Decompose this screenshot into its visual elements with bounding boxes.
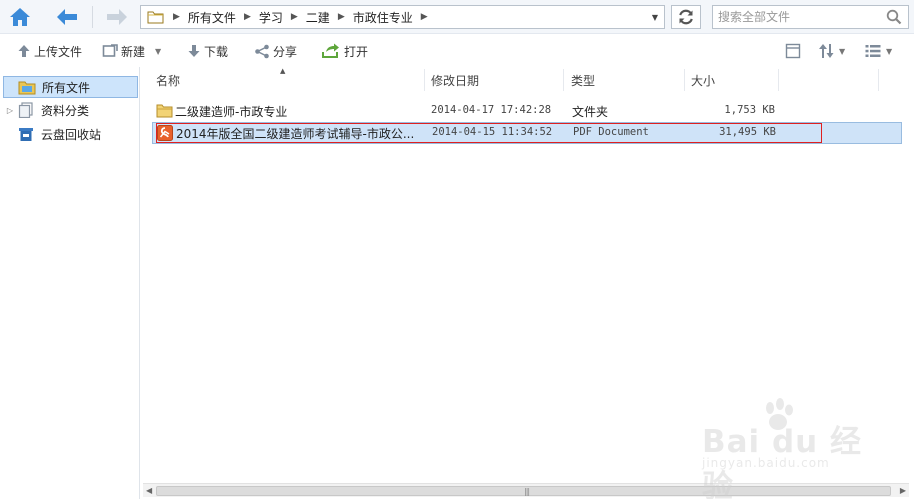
forward-button[interactable]: [102, 4, 132, 30]
home-button[interactable]: [5, 4, 35, 30]
sort-button[interactable]: ▼: [818, 41, 845, 61]
navigation-bar: ▶ 所有文件 ▶ 学习 ▶ 二建 ▶ 市政住专业 ▶ ▼: [0, 0, 914, 34]
breadcrumb-arrow-icon: ▶: [420, 12, 428, 22]
file-modified: 2014-04-17 17:42:28: [431, 104, 552, 116]
sidebar-item-recycle-bin[interactable]: 云盘回收站: [3, 123, 138, 145]
categories-icon: [17, 102, 35, 118]
refresh-icon: [679, 9, 693, 25]
file-size: 1,753 KB: [724, 104, 775, 116]
address-dropdown-icon[interactable]: ▼: [652, 13, 658, 22]
open-icon: [321, 43, 341, 59]
watermark: Bai du 经验 jingyan.baidu.com: [700, 398, 870, 499]
download-button[interactable]: 下载: [187, 41, 228, 61]
file-size: 31,495 KB: [719, 126, 776, 138]
column-header-modified[interactable]: 修改日期: [431, 67, 479, 93]
home-icon: [10, 8, 30, 26]
nav-divider: [92, 6, 93, 28]
breadcrumb-current[interactable]: 市政住专业: [353, 9, 413, 26]
file-type: 文件夹: [572, 105, 609, 119]
pdf-file-icon: [157, 125, 173, 141]
breadcrumb-all-files[interactable]: 所有文件: [188, 9, 236, 26]
sort-dropdown-icon: ▼: [839, 46, 846, 56]
share-button[interactable]: 分享: [254, 41, 297, 61]
watermark-url: jingyan.baidu.com: [702, 456, 830, 470]
address-bar[interactable]: ▶ 所有文件 ▶ 学习 ▶ 二建 ▶ 市政住专业 ▶ ▼: [140, 5, 665, 29]
new-button[interactable]: 新建 ▼: [102, 41, 161, 61]
download-arrow-icon: [187, 44, 201, 58]
sidebar-item-label: 云盘回收站: [41, 127, 102, 142]
folder-icon: [147, 9, 165, 25]
folder-icon: [156, 103, 173, 119]
sidebar-item-label: 资料分类: [41, 103, 90, 118]
expand-arrow-icon[interactable]: ▷: [3, 106, 17, 115]
search-input[interactable]: [718, 8, 878, 26]
upload-button[interactable]: 上传文件: [17, 41, 82, 61]
sort-icon: [819, 44, 834, 58]
new-dropdown-icon[interactable]: ▼: [155, 47, 161, 56]
breadcrumb-study[interactable]: 学习: [259, 9, 283, 26]
breadcrumb-arrow-icon: ▶: [173, 12, 180, 22]
search-icon[interactable]: [886, 9, 902, 28]
file-name: 2014年版全国二级建造师考试辅导-市政公...: [176, 127, 415, 141]
toolbar: 上传文件 新建 ▼ 下载 分享 打开 ▼ ▼: [0, 35, 914, 67]
file-type: PDF Document: [573, 126, 649, 138]
sidebar-item-categories[interactable]: ▷ 资料分类: [3, 99, 138, 121]
scroll-left-arrow-icon[interactable]: ◀: [146, 486, 152, 495]
scroll-right-arrow-icon[interactable]: ▶: [900, 486, 906, 495]
preview-pane-icon: [785, 43, 801, 59]
search-box[interactable]: [712, 5, 909, 29]
table-row[interactable]: 二级建造师-市政专业 2014-04-17 17:42:28 文件夹 1,753…: [152, 100, 902, 122]
table-row[interactable]: 2014年版全国二级建造师考试辅导-市政公... 2014-04-15 11:3…: [152, 122, 902, 144]
column-header-size[interactable]: 大小: [691, 67, 715, 93]
new-file-icon: [102, 44, 118, 58]
refresh-button[interactable]: [671, 5, 701, 29]
breadcrumb-arrow-icon: ▶: [290, 12, 298, 22]
upload-label: 上传文件: [34, 44, 83, 59]
breadcrumb-erjian[interactable]: 二建: [306, 9, 330, 26]
back-arrow-icon: [57, 9, 77, 25]
column-divider[interactable]: [878, 69, 879, 91]
column-divider[interactable]: [778, 69, 779, 91]
view-mode-button[interactable]: ▼: [865, 41, 892, 61]
sidebar-item-label: 所有文件: [42, 80, 91, 95]
column-divider[interactable]: [684, 69, 685, 91]
file-name: 二级建造师-市政专业: [175, 105, 288, 119]
breadcrumb-arrow-icon: ▶: [243, 12, 251, 22]
open-label: 打开: [344, 44, 369, 59]
sort-ascending-icon: ▲: [280, 67, 286, 75]
file-modified: 2014-04-15 11:34:52: [432, 126, 553, 138]
share-icon: [254, 44, 270, 59]
upload-arrow-icon: [17, 44, 31, 58]
back-button[interactable]: [52, 4, 82, 30]
forward-arrow-icon: [107, 9, 127, 25]
column-header-type[interactable]: 类型: [571, 67, 595, 93]
recycle-bin-icon: [17, 126, 35, 142]
breadcrumb-arrow-icon: ▶: [337, 12, 345, 22]
view-dropdown-icon: ▼: [886, 46, 893, 56]
list-view-icon: [865, 45, 881, 57]
sidebar: 所有文件 ▷ 资料分类 云盘回收站: [0, 67, 140, 499]
share-label: 分享: [273, 44, 298, 59]
sidebar-item-all-files[interactable]: 所有文件: [3, 76, 138, 98]
all-files-folder-icon: [18, 79, 36, 95]
column-header-name[interactable]: 名称: [156, 67, 180, 93]
preview-pane-button[interactable]: [785, 41, 801, 61]
new-label: 新建: [121, 44, 146, 59]
column-divider[interactable]: [563, 69, 564, 91]
scrollbar-grip-icon: |||: [524, 487, 530, 496]
open-button[interactable]: 打开: [321, 41, 368, 61]
download-label: 下载: [204, 44, 229, 59]
column-divider[interactable]: [424, 69, 425, 91]
